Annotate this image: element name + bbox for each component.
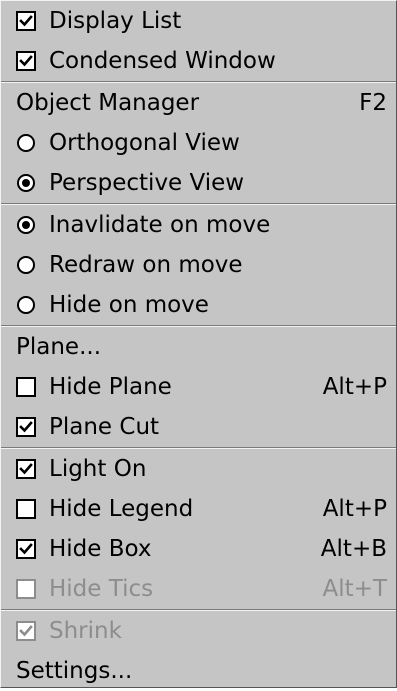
menu-item-shrink: Shrink <box>1 611 396 651</box>
checkbox-checked-icon <box>16 621 36 641</box>
menu-item-settings[interactable]: Settings... <box>1 651 396 691</box>
menu-item-label: Hide Legend <box>49 496 194 522</box>
menu-item-label: Redraw on move <box>49 252 243 278</box>
menu-item-label: Inavlidate on move <box>49 212 271 238</box>
menu-item-shortcut: F2 <box>359 90 387 116</box>
radio-unselected-icon[interactable] <box>17 256 35 274</box>
menu-item-label: Perspective View <box>49 170 245 196</box>
context-menu: Display List Condensed Window Object Manag… <box>0 0 397 688</box>
menu-item-shortcut: Alt+T <box>322 576 387 602</box>
menu-item-label: Hide Tics <box>49 576 154 602</box>
checkbox-unchecked-icon[interactable] <box>16 499 36 519</box>
menu-item-orthogonal-view[interactable]: Orthogonal View <box>1 123 396 163</box>
checkbox-checked-icon[interactable] <box>16 459 36 479</box>
menu-item-label: Shrink <box>49 618 122 644</box>
checkbox-unchecked-icon[interactable] <box>16 377 36 397</box>
menu-item-label: Plane Cut <box>49 414 160 440</box>
menu-item-label: Hide Plane <box>49 374 172 400</box>
menu-item-condensed-window[interactable]: Condensed Window <box>1 41 396 81</box>
radio-selected-icon[interactable] <box>17 216 35 234</box>
menu-item-label: Object Manager <box>16 90 200 116</box>
menu-item-hide-plane[interactable]: Hide Plane Alt+P <box>1 367 396 407</box>
radio-unselected-icon[interactable] <box>17 296 35 314</box>
menu-item-hide-on-move[interactable]: Hide on move <box>1 285 396 325</box>
menu-item-hide-tics: Hide Tics Alt+T <box>1 569 396 609</box>
menu-item-hide-legend[interactable]: Hide Legend Alt+P <box>1 489 396 529</box>
menu-item-object-manager[interactable]: Object Manager F2 <box>1 83 396 123</box>
menu-item-label: Condensed Window <box>49 48 276 74</box>
radio-selected-icon[interactable] <box>17 174 35 192</box>
menu-item-label: Hide on move <box>49 292 209 318</box>
menu-item-label: Settings... <box>16 658 133 684</box>
checkbox-checked-icon[interactable] <box>16 417 36 437</box>
checkbox-unchecked-icon <box>16 579 36 599</box>
menu-item-plane[interactable]: Plane... <box>1 327 396 367</box>
menu-item-label: Light On <box>49 456 147 482</box>
menu-item-label: Display List <box>49 8 182 34</box>
menu-item-plane-cut[interactable]: Plane Cut <box>1 407 396 447</box>
checkbox-checked-icon[interactable] <box>16 11 36 31</box>
menu-item-redraw-on-move[interactable]: Redraw on move <box>1 245 396 285</box>
menu-item-label: Plane... <box>16 334 102 360</box>
menu-item-hide-box[interactable]: Hide Box Alt+B <box>1 529 396 569</box>
checkbox-checked-icon[interactable] <box>16 539 36 559</box>
menu-item-shortcut: Alt+P <box>322 374 387 400</box>
menu-item-shortcut: Alt+P <box>322 496 387 522</box>
radio-dot-icon <box>22 221 30 229</box>
menu-item-shortcut: Alt+B <box>320 536 387 562</box>
checkbox-checked-icon[interactable] <box>16 51 36 71</box>
radio-unselected-icon[interactable] <box>17 134 35 152</box>
menu-item-display-list[interactable]: Display List <box>1 1 396 41</box>
menu-item-light-on[interactable]: Light On <box>1 449 396 489</box>
menu-item-inavlidate-on-move[interactable]: Inavlidate on move <box>1 205 396 245</box>
menu-item-perspective-view[interactable]: Perspective View <box>1 163 396 203</box>
radio-dot-icon <box>22 179 30 187</box>
menu-item-label: Orthogonal View <box>49 130 240 156</box>
menu-item-label: Hide Box <box>49 536 152 562</box>
